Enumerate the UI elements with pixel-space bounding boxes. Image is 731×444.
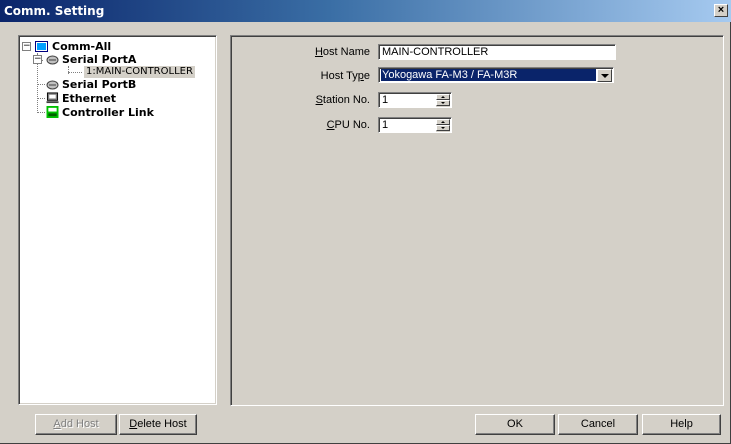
close-icon: × [717, 4, 725, 16]
window-title: Comm. Setting [4, 4, 105, 18]
station-no-value: 1 [382, 94, 389, 106]
tree-node-serial-port-b[interactable]: Serial PortB [21, 78, 211, 92]
tree-node-serial-port-a[interactable]: − Serial PortA [21, 53, 211, 67]
tree-node-label: Serial PortA [62, 53, 137, 66]
tree-node-ethernet[interactable]: Ethernet [21, 92, 211, 106]
serial-port-icon [46, 55, 59, 65]
ok-button[interactable]: OK [475, 414, 555, 435]
station-no-spinbox[interactable]: 1 [378, 92, 452, 108]
tree-node-label: 1:MAIN-CONTROLLER [86, 66, 193, 77]
host-name-value: MAIN-CONTROLLER [382, 46, 489, 58]
delete-host-button[interactable]: Delete Host [119, 414, 197, 435]
tree-node-main-controller[interactable]: 1:MAIN-CONTROLLER [84, 66, 195, 78]
help-button[interactable]: Help [642, 414, 721, 435]
host-type-select[interactable]: Yokogawa FA-M3 / FA-M3R [378, 67, 614, 83]
serial-port-icon [46, 80, 59, 90]
tree-connector [68, 72, 82, 73]
station-no-label: Station No. [315, 94, 370, 106]
cancel-button[interactable]: Cancel [558, 414, 638, 435]
collapse-icon[interactable]: − [33, 55, 42, 64]
host-type-label: Host Type [320, 70, 370, 82]
tree-node-label: Controller Link [62, 106, 154, 119]
network-root-icon [35, 41, 48, 52]
tree-node-label: Serial PortB [62, 78, 137, 91]
spinner-control [436, 119, 450, 132]
host-name-label: Host Name [314, 46, 370, 58]
comm-setting-dialog: Comm. Setting × − Comm-All − Serial Port… [0, 0, 731, 444]
tree-node-label: Comm-All [52, 40, 112, 53]
cpu-no-spinbox[interactable]: 1 [378, 117, 452, 133]
close-button[interactable]: × [714, 4, 728, 17]
spinner-control [436, 94, 450, 107]
add-host-button[interactable]: Add Host [35, 414, 117, 435]
spin-down-icon[interactable] [436, 100, 450, 106]
cpu-no-label: CPU No. [326, 119, 370, 131]
comm-tree[interactable]: − Comm-All − Serial PortA 1:MAIN-CONTROL… [18, 35, 217, 405]
tree-node-label: Ethernet [62, 92, 117, 105]
collapse-icon[interactable]: − [22, 42, 31, 51]
controller-link-icon [46, 106, 59, 118]
spin-down-icon[interactable] [436, 125, 450, 131]
cpu-no-value: 1 [382, 119, 389, 131]
tree-node-controller-link[interactable]: Controller Link [21, 106, 211, 120]
ethernet-icon [46, 92, 59, 104]
settings-panel [230, 35, 724, 406]
tree-node-comm-all[interactable]: − Comm-All [21, 40, 211, 54]
host-name-input[interactable]: MAIN-CONTROLLER [378, 44, 616, 60]
dropdown-arrow-icon[interactable] [597, 69, 612, 82]
host-type-value: Yokogawa FA-M3 / FA-M3R [381, 69, 596, 81]
title-bar[interactable]: Comm. Setting × [0, 0, 731, 22]
